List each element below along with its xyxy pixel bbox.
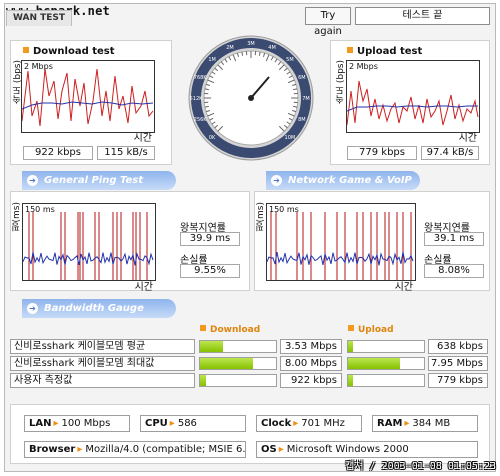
download-red-line [21, 68, 154, 127]
bandwidth-down-value: 922 kbps [280, 373, 342, 388]
ping-scale: 150 ms [25, 205, 55, 214]
bandwidth-up-value: 779 kbps [428, 373, 488, 388]
ping-graph: 150 ms 시간 [22, 203, 156, 293]
upload-kbps-value: 779 kbps [347, 146, 417, 160]
download-scale: 2 Mbps [24, 62, 53, 71]
os-info: OS ▸ Microsoft Windows 2000 [256, 441, 478, 458]
bandwidth-up-value: 638 kbps [428, 339, 488, 354]
bandwidth-down-fill [200, 375, 207, 386]
download-title: Download test [23, 46, 115, 57]
ping-latency-line [266, 251, 414, 266]
general-ping-band: ➔ General Ping Test [22, 171, 176, 190]
bandwidth-row-label: 신비로sshark 케이블모뎀 평균 [10, 339, 195, 354]
clock-info: Clock ▸ 701 MHz [256, 415, 362, 432]
bandwidth-up-fill [348, 358, 400, 369]
triangle-right-icon: ▸ [293, 418, 299, 429]
game-latency-value: 39.1 ms [424, 232, 484, 246]
triangle-right-icon: ▸ [53, 418, 59, 429]
game-loss-value: 8.08% [424, 264, 484, 278]
bandwidth-gauge-band: ➔ Bandwidth Gauge [22, 299, 176, 318]
gauge-tick-label: 0K [209, 135, 216, 141]
bandwidth-up-fill [348, 341, 353, 352]
upload-x-label: 시간 [458, 133, 477, 144]
bandwidth-down-value: 3.53 Mbps [280, 339, 342, 354]
orange-bullet-icon [347, 47, 353, 53]
orange-bullet-icon [23, 47, 29, 53]
browser-info: Browser ▸ Mozilla/4.0 (compatible; MSIE 6.… [24, 441, 246, 458]
gauge-tick-label: 768K [194, 75, 208, 81]
bandwidth-down-bar [199, 340, 277, 353]
gauge-tick-label: 5M [286, 57, 294, 63]
ping-chart [22, 212, 154, 280]
bandwidth-download-title: Download [200, 325, 260, 335]
status-box: 테스트 끝 [355, 7, 490, 25]
ram-info: RAM ▸ 384 MB [372, 415, 478, 432]
bandwidth-upload-title: Upload [348, 325, 394, 335]
upload-title: Upload test [347, 46, 422, 57]
gauge-tick-label: 4M [268, 45, 276, 51]
bandwidth-down-fill [200, 341, 223, 352]
ping-latency-value: 39.9 ms [180, 232, 240, 246]
download-kbps-value: 922 kbps [23, 146, 93, 160]
gauge-tick-label: 7M [302, 96, 310, 102]
bandwidth-row-label: 신비로sshark 케이블모뎀 최대값 [10, 356, 195, 371]
upload-kBs-value: 97.4 kB/s [421, 146, 479, 160]
speed-gauge-dial: 0K 256K 512K 768K 1M 2M 3M 4M 5M 6M 7M 8M 10M [188, 35, 314, 161]
game-graph: 150 ms 시간 [266, 203, 416, 293]
gauge-tick-label: 256K [194, 117, 208, 123]
gauge-tick-label: 8M [298, 117, 306, 123]
bandwidth-up-bar [347, 340, 425, 353]
gauge-tick-label: 10M [285, 135, 296, 141]
game-chart [266, 212, 414, 280]
tab-wan-test[interactable]: WAN TEST [6, 10, 72, 26]
arrow-right-icon: ➔ [271, 175, 282, 186]
bandwidth-up-bar [347, 357, 425, 370]
gauge-tick-label: 1M [208, 57, 216, 63]
triangle-right-icon: ▸ [404, 418, 410, 429]
upload-scale: 2 Mbps [349, 62, 378, 71]
triangle-right-icon: ▸ [169, 418, 175, 429]
bandwidth-up-bar [347, 374, 425, 387]
gauge-tick-label: 2M [226, 45, 234, 51]
download-chart [21, 68, 154, 127]
game-scale: 150 ms [269, 205, 299, 214]
bandwidth-down-bar [199, 374, 277, 387]
cpu-info: CPU ▸ 586 [140, 415, 246, 432]
bandwidth-up-fill [348, 375, 354, 386]
download-kBs-value: 115 kB/s [97, 146, 155, 160]
download-graph: 2 Mbps 시간 [21, 60, 155, 144]
bandwidth-up-value: 7.95 Mbps [428, 356, 488, 371]
bandwidth-row-label: 사용자 측정값 [10, 373, 195, 388]
gauge-tick-label: 6M [298, 75, 306, 81]
orange-bullet-icon [348, 325, 354, 331]
game-x-label: 시간 [394, 282, 413, 293]
upload-red-line [346, 80, 479, 126]
triangle-right-icon: ▸ [278, 444, 284, 455]
ping-x-label: 시간 [134, 282, 153, 293]
gauge-tick-label: 3M [247, 41, 255, 47]
speed-gauge: 0K 256K 512K 768K 1M 2M 3M 4M 5M 6M 7M 8M 10M [186, 33, 316, 163]
bandwidth-down-value: 8.00 Mbps [280, 356, 342, 371]
download-x-label: 시간 [133, 133, 152, 144]
orange-bullet-icon [200, 325, 206, 331]
try-again-button[interactable]: Try again [305, 7, 351, 37]
bandwidth-down-fill [200, 358, 254, 369]
game-voip-band: ➔Network Game & VoIP Test [266, 171, 420, 205]
upload-graph: 2 Mbps 시간 [346, 60, 480, 144]
lan-info: LAN ▸ 100 Mbps [24, 415, 130, 432]
ping-loss-value: 9.55% [180, 264, 240, 278]
triangle-right-icon: ▸ [77, 444, 83, 455]
gauge-tick-label: 512K [190, 96, 204, 102]
upload-chart [346, 80, 479, 126]
arrow-right-icon: ➔ [27, 175, 38, 186]
capture-timestamp: 캡쳐 / 2003-01-08 01:05:23 [345, 461, 496, 472]
bandwidth-down-bar [199, 357, 277, 370]
arrow-right-icon: ➔ [27, 303, 38, 314]
